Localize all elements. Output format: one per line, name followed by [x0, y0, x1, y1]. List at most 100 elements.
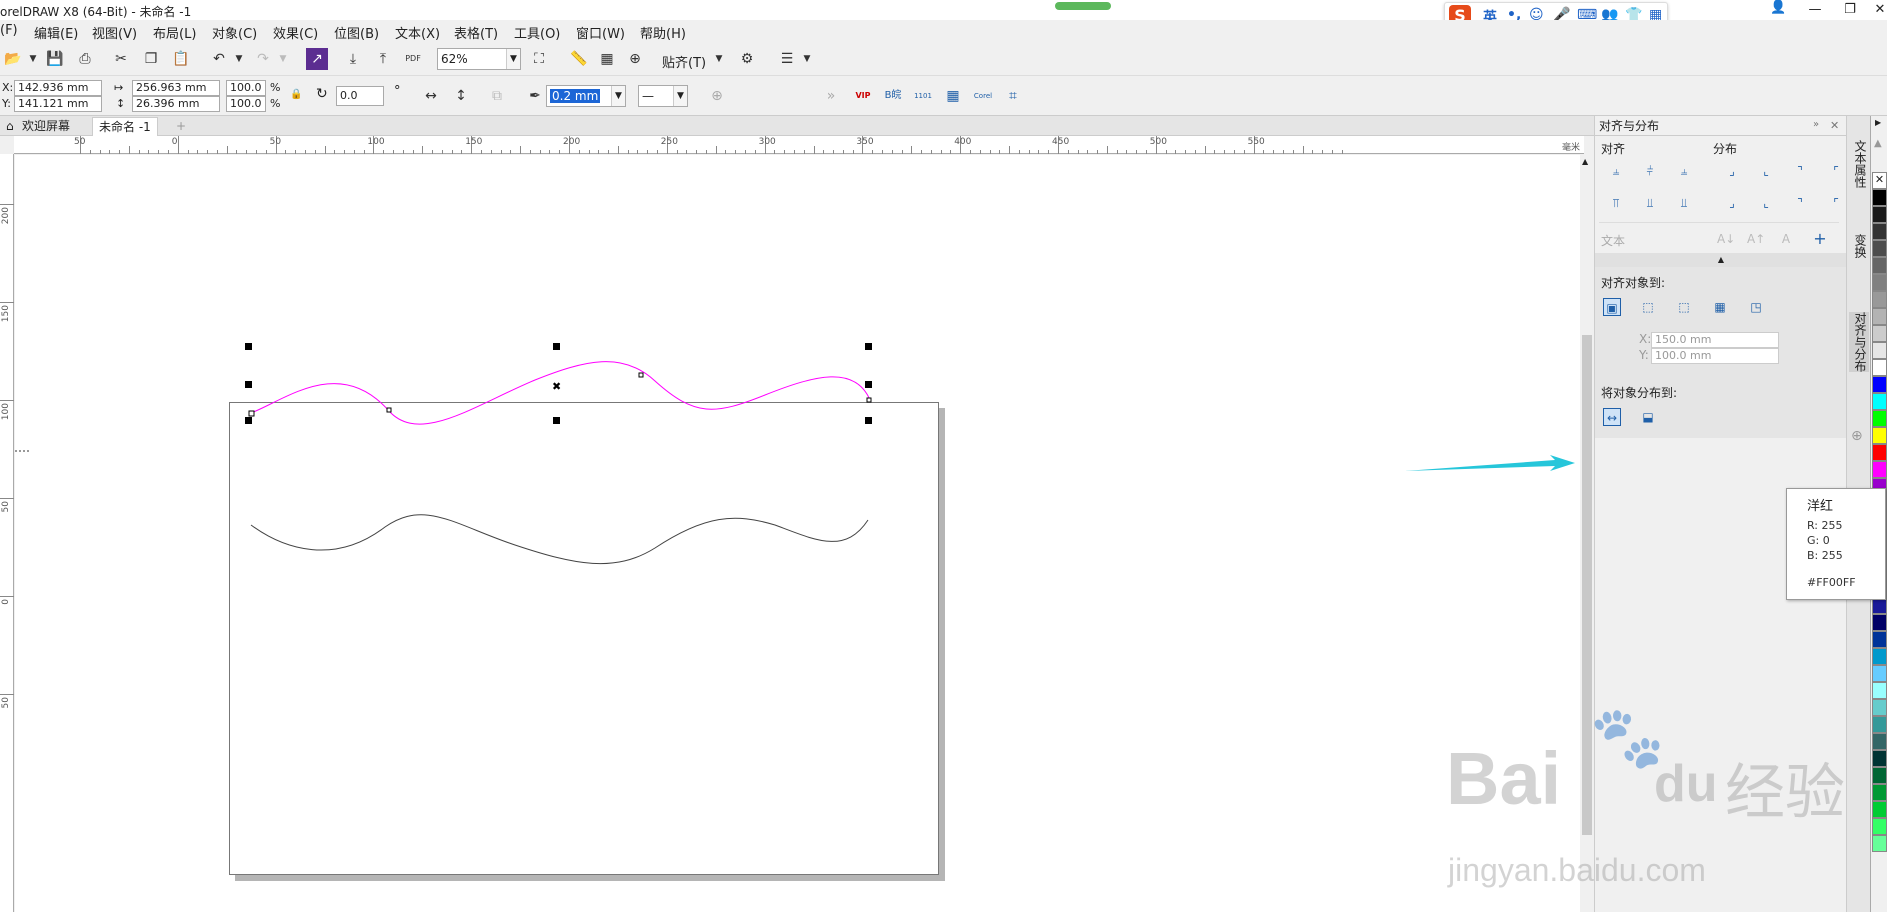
width-field[interactable]: 256.963 mm [132, 80, 220, 96]
drawing-canvas[interactable]: ✖ [15, 155, 1580, 912]
palette-swatch[interactable] [1872, 614, 1887, 631]
collapse-arrow-icon[interactable]: ▲ [1595, 253, 1847, 267]
selection-handle-tm[interactable] [553, 343, 560, 350]
chevron-down-icon[interactable]: ▼ [506, 49, 520, 69]
height-field[interactable]: 26.396 mm [132, 96, 220, 112]
scale-x-field[interactable]: 100.0 [226, 80, 266, 96]
snap-to-dropdown[interactable]: 贴齐(T) [662, 52, 706, 71]
palette-swatch[interactable] [1872, 444, 1887, 461]
vip-plugin-icon[interactable]: VIP [852, 85, 874, 107]
align-to-point-icon[interactable]: ◳ [1747, 298, 1765, 316]
show-grid-icon[interactable]: ▦ [596, 48, 618, 70]
palette-swatch[interactable] [1872, 359, 1887, 376]
selection-handle-tr[interactable] [865, 343, 872, 350]
paste-icon[interactable]: 📋 [170, 48, 192, 70]
palette-swatch[interactable] [1872, 223, 1887, 240]
zoom-combo[interactable]: 62% ▼ [437, 48, 521, 70]
align-to-grid-icon[interactable]: ▦ [1711, 298, 1729, 316]
node-4[interactable] [866, 397, 872, 403]
palette-swatch[interactable] [1872, 784, 1887, 801]
rotation-field[interactable]: 0.0 [336, 86, 384, 106]
open-icon[interactable]: 📂 [2, 48, 24, 70]
text-align-2-icon[interactable]: A↑ [1747, 230, 1765, 248]
import-icon[interactable]: ⤓ [342, 48, 364, 70]
add-plus-icon[interactable]: ⊕ [706, 85, 728, 107]
palette-swatch[interactable] [1872, 461, 1887, 478]
corel-plugin-icon[interactable]: Corel [972, 85, 994, 107]
undo-icon[interactable]: ↶ [208, 48, 230, 70]
node-1[interactable] [248, 410, 255, 417]
no-color-swatch[interactable]: ✕ [1872, 172, 1887, 189]
menu-help[interactable]: 帮助(H) [640, 23, 686, 42]
line-style-combo[interactable]: — ▼ [638, 85, 688, 107]
qr-plugin-icon[interactable]: ▦ [942, 85, 964, 107]
palette-swatch[interactable] [1872, 342, 1887, 359]
lock-ratio-icon[interactable]: 🔒 [290, 89, 302, 100]
export-icon[interactable]: ⤒ [372, 48, 394, 70]
palette-swatch[interactable] [1872, 189, 1887, 206]
palette-swatch[interactable] [1872, 376, 1887, 393]
add-docker-icon[interactable]: ⊕ [1851, 428, 1863, 444]
palette-swatch[interactable] [1872, 308, 1887, 325]
cut-icon[interactable]: ✂ [110, 48, 132, 70]
align-center-v-icon[interactable]: ⫫ [1641, 194, 1659, 212]
save-icon[interactable]: 💾 [44, 48, 66, 70]
palette-swatch[interactable] [1872, 240, 1887, 257]
align-to-page-center-icon[interactable]: ⬚ [1675, 298, 1693, 316]
selection-handle-br[interactable] [865, 417, 872, 424]
options-gear-icon[interactable]: ⚙ [736, 48, 758, 70]
menu-window[interactable]: 窗口(W) [576, 23, 625, 42]
docker-expand-icon[interactable]: » [1813, 119, 1819, 130]
distribute-spacing-h-icon[interactable]: ⌜ [1827, 162, 1845, 180]
docker-tab-transform[interactable]: 变换 [1849, 234, 1869, 258]
distribute-top-icon[interactable]: ⌟ [1723, 194, 1741, 212]
palette-swatch[interactable] [1872, 648, 1887, 665]
add-tab-icon[interactable]: + [170, 117, 192, 136]
palette-swatch[interactable] [1872, 835, 1887, 852]
palette-swatch[interactable] [1872, 206, 1887, 223]
menu-object[interactable]: 对象(C) [212, 23, 257, 42]
menu-table[interactable]: 表格(T) [454, 23, 498, 42]
barcode-plugin-icon[interactable]: 1101 [912, 85, 934, 107]
align-y-field[interactable]: 100.0 mm [1651, 348, 1779, 364]
docker-tab-text-properties[interactable]: 文本属性 [1849, 140, 1869, 188]
text-align-1-icon[interactable]: A↓ [1717, 230, 1735, 248]
text-align-3-icon[interactable]: A [1777, 230, 1795, 248]
y-position-field[interactable]: 141.121 mm [14, 96, 102, 112]
menu-layout[interactable]: 布局(L) [153, 23, 196, 42]
palette-swatch[interactable] [1872, 801, 1887, 818]
break-apart-icon[interactable]: ⧉ [486, 85, 508, 107]
redo-dropdown-icon[interactable]: ▼ [272, 48, 294, 70]
docker-close-icon[interactable]: ✕ [1830, 119, 1839, 132]
outline-width-combo[interactable]: 0.2 mm ▼ [546, 85, 626, 107]
align-left-icon[interactable]: ⫨ [1607, 162, 1625, 180]
palette-menu-icon[interactable]: ▶ [1875, 118, 1881, 127]
palette-swatch[interactable] [1872, 682, 1887, 699]
align-x-field[interactable]: 150.0 mm [1651, 332, 1779, 348]
menu-file[interactable]: (F) [0, 23, 18, 38]
mirror-vertical-icon[interactable]: ↕ [450, 85, 472, 107]
align-right-icon[interactable]: ⫨ [1675, 162, 1693, 180]
open-dropdown-icon[interactable]: ▼ [22, 48, 44, 70]
copy-icon[interactable]: ❐ [140, 48, 162, 70]
plugin-icon-6[interactable]: ⌗ [1002, 85, 1024, 107]
selection-handle-ml[interactable] [245, 381, 252, 388]
user-icon[interactable]: 👤 [1770, 0, 1786, 15]
close-button[interactable]: ✕ [1860, 0, 1887, 20]
add-align-icon[interactable]: + [1811, 230, 1829, 248]
distribute-to-page-icon[interactable]: ⬓ [1639, 408, 1657, 426]
palette-swatch[interactable] [1872, 257, 1887, 274]
menu-view[interactable]: 视图(V) [92, 23, 137, 42]
scale-y-field[interactable]: 100.0 [226, 96, 266, 112]
selection-handle-bm[interactable] [553, 417, 560, 424]
launcher-dropdown-icon[interactable]: ▼ [796, 48, 818, 70]
full-screen-icon[interactable]: ⛶ [528, 48, 550, 70]
node-2[interactable] [386, 407, 392, 413]
align-top-icon[interactable]: ⫪ [1607, 194, 1625, 212]
application-launcher-icon[interactable]: ☰ [776, 48, 798, 70]
plugin-icon-2[interactable]: B皖 [882, 85, 904, 107]
distribute-left-icon[interactable]: ⌟ [1723, 162, 1741, 180]
palette-swatch[interactable] [1872, 716, 1887, 733]
show-guidelines-icon[interactable]: ⊕ [624, 48, 646, 70]
chevron-down-icon[interactable]: ▼ [673, 86, 687, 106]
